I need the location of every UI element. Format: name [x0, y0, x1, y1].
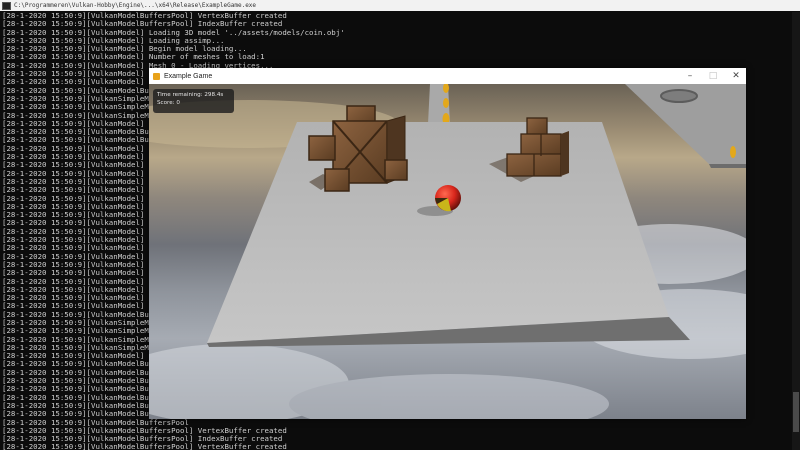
console-scrollbar-thumb[interactable] — [793, 392, 799, 432]
goal-ring — [660, 89, 698, 103]
coin — [443, 98, 449, 108]
player-ball — [435, 185, 461, 212]
game-titlebar[interactable]: Example Game — [149, 68, 746, 84]
console-app-icon — [2, 1, 11, 10]
game-scene — [149, 84, 746, 419]
game-app-icon — [153, 72, 160, 80]
game-window-title: Example Game — [164, 72, 213, 80]
minimize-button[interactable]: – — [679, 68, 701, 84]
maximize-button[interactable]: □ — [702, 68, 724, 84]
coin — [730, 146, 736, 158]
floor-platform — [207, 122, 669, 343]
console-window-title: C:\Programmeren\Vulkan-Hobby\Engine\...\… — [14, 2, 257, 9]
console-line: [28-1-2020 15:50:9][VulkanModelBuffersPo… — [2, 442, 287, 450]
close-icon: ✕ — [732, 71, 740, 81]
minimize-icon: – — [687, 71, 693, 81]
hud-panel: Time remaining: 298.4s Score: 0 — [153, 89, 234, 113]
time-remaining-label: Time remaining: 298.4s — [157, 92, 224, 98]
console-titlebar: C:\Programmeren\Vulkan-Hobby\Engine\...\… — [0, 0, 800, 11]
maximize-icon: □ — [708, 71, 718, 81]
close-button[interactable]: ✕ — [725, 68, 747, 84]
game-window: Example Game – □ ✕ Time remaining: 298.4… — [149, 68, 746, 419]
score-label: Score: 0 — [157, 100, 180, 106]
side-platform-edge — [709, 164, 746, 168]
game-viewport[interactable]: Time remaining: 298.4s Score: 0 — [149, 84, 746, 419]
console-scrollbar[interactable] — [792, 12, 800, 450]
